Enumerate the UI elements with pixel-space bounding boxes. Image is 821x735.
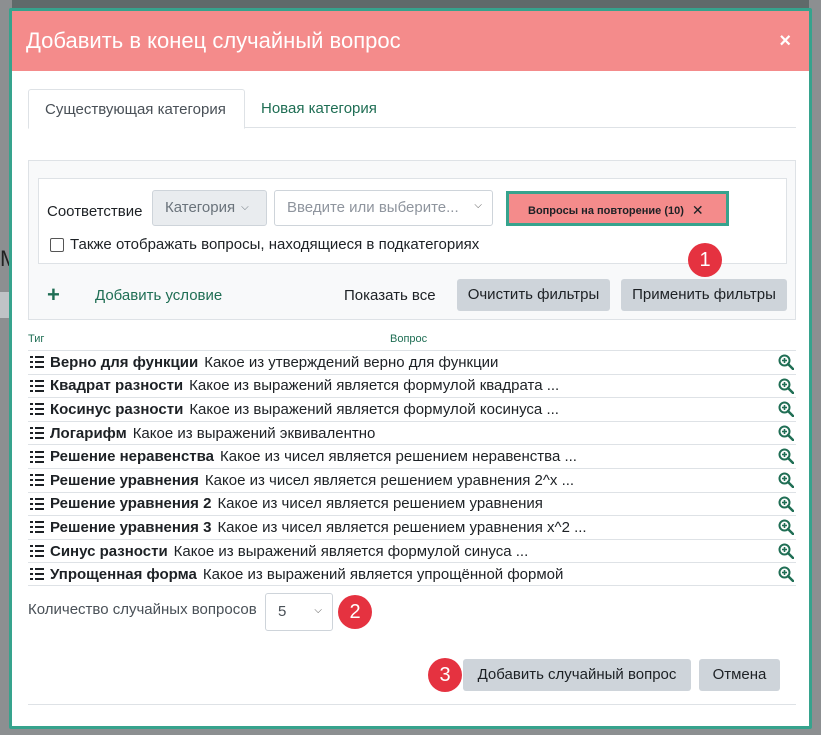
apply-filters-button[interactable]: Применить фильтры xyxy=(621,279,787,311)
question-row[interactable]: Квадрат разности Какое из выражений являе… xyxy=(28,373,796,398)
preview-zoom-icon[interactable] xyxy=(778,448,794,465)
question-row[interactable]: Логарифм Какое из выражений эквивалентно xyxy=(28,420,796,445)
question-row[interactable]: Решение уравнения Какое из чисел является… xyxy=(28,467,796,492)
question-name: Логарифм xyxy=(50,424,127,442)
column-tag[interactable]: Тиг xyxy=(28,333,44,345)
question-text: Какое из выражений является формулой кос… xyxy=(189,400,559,418)
question-type-icon xyxy=(30,450,44,464)
step-marker-3: 3 xyxy=(428,658,462,692)
filter-condition: Соответствие Категория ⌵ Введите или выбе… xyxy=(38,178,787,264)
question-text: Какое из чисел является решением уравнен… xyxy=(217,495,543,513)
question-text: Какое из выражений эквивалентно xyxy=(132,424,376,442)
question-text: Какое из выражений является формулой ква… xyxy=(189,377,560,395)
tab-bar: Существующая категория Новая категория xyxy=(28,89,796,129)
question-row[interactable]: Решение уравнения 3 Какое из чисел являет… xyxy=(28,515,796,539)
question-type-icon xyxy=(30,497,44,511)
question-text: Какое из чисел является решением уравнен… xyxy=(204,471,575,489)
question-text: Какое из утверждений верно для функции xyxy=(204,353,499,371)
category-type-select[interactable]: Категория ⌵ xyxy=(152,190,267,226)
dialog-title: Добавить в конец случайный вопрос xyxy=(26,28,401,53)
preview-zoom-icon[interactable] xyxy=(778,472,794,488)
chevron-down-icon[interactable]: ⌵ xyxy=(474,200,482,211)
question-name: Косинус разности xyxy=(50,400,184,418)
add-random-question-button[interactable]: Добавить случайный вопрос xyxy=(463,659,691,691)
preview-zoom-icon[interactable] xyxy=(778,496,794,512)
match-label: Соответствие xyxy=(47,203,143,220)
question-name: Синус разности xyxy=(50,542,168,560)
chevron-down-icon: ⌵ xyxy=(314,605,322,616)
step-marker-2: 2 xyxy=(338,595,372,629)
preview-zoom-icon[interactable] xyxy=(778,425,794,441)
question-name: Квадрат разности xyxy=(50,377,184,395)
question-type-icon xyxy=(30,473,44,487)
question-type-icon xyxy=(30,520,44,534)
question-row[interactable]: Косинус разности Какое из выражений являе… xyxy=(28,397,796,421)
badge-label: Вопросы на повторение (10) xyxy=(528,205,684,217)
add-condition-link[interactable]: Добавить условие xyxy=(95,287,222,304)
question-row[interactable]: Синус разности Какое из выражений являетс… xyxy=(28,538,796,563)
cancel-button[interactable]: Отмена xyxy=(699,659,780,691)
preview-zoom-icon[interactable] xyxy=(778,354,794,370)
question-row[interactable]: Верно для функции Какое из утверждений ве… xyxy=(28,350,796,374)
preview-zoom-icon[interactable] xyxy=(778,566,794,583)
random-question-dialog: Добавить в конец случайный вопрос × Суще… xyxy=(9,8,812,729)
question-type-icon xyxy=(30,567,44,581)
question-name: Верно для функции xyxy=(50,353,199,371)
clear-filters-button[interactable]: Очистить фильтры xyxy=(457,279,610,311)
tab-existing-category[interactable]: Существующая категория xyxy=(28,89,245,129)
footer-divider xyxy=(28,704,796,705)
preview-zoom-icon[interactable] xyxy=(778,401,794,418)
chevron-down-icon: ⌵ xyxy=(241,202,249,213)
question-type-icon xyxy=(30,379,44,393)
step-marker-1: 1 xyxy=(688,243,722,277)
subcategories-checkbox[interactable] xyxy=(50,237,64,252)
question-name: Решение уравнения 2 xyxy=(50,495,212,513)
question-type-icon xyxy=(30,355,44,369)
random-count-label: Количество случайных вопросов xyxy=(28,601,257,618)
plus-icon[interactable]: + xyxy=(47,282,60,308)
question-text: Какое из выражений является формулой син… xyxy=(173,542,529,560)
category-type-value: Категория xyxy=(165,199,236,216)
subcategories-label: Также отображать вопросы, находящиеся в … xyxy=(70,236,480,253)
selected-category-badge: Вопросы на повторение (10) ✕ xyxy=(506,191,729,226)
question-list: Верно для функции Какое из утверждений ве… xyxy=(28,350,796,586)
question-text: Какое из чисел является решением неравен… xyxy=(220,448,577,466)
question-name: Решение уравнения 3 xyxy=(50,518,212,536)
remove-badge-icon[interactable]: ✕ xyxy=(692,202,704,218)
question-name: Решение неравенства xyxy=(50,448,214,466)
question-row[interactable]: Упрощенная форма Какое из выражений являе… xyxy=(28,562,796,586)
question-row[interactable]: Решение уравнения 2 Какое из чисел являет… xyxy=(28,491,796,516)
show-all-link[interactable]: Показать все xyxy=(344,287,436,304)
question-type-icon xyxy=(30,426,44,440)
search-placeholder: Введите или выберите... xyxy=(287,199,459,216)
table-header: Тиг Вопрос xyxy=(28,333,796,351)
category-search-input[interactable]: Введите или выберите... ⌵ xyxy=(274,190,493,226)
subcategories-option[interactable]: Также отображать вопросы, находящиеся в … xyxy=(50,236,479,253)
question-name: Упрощенная форма xyxy=(50,565,197,583)
question-type-icon xyxy=(30,402,44,416)
preview-zoom-icon[interactable] xyxy=(778,378,794,394)
filter-panel: Соответствие Категория ⌵ Введите или выбе… xyxy=(28,160,796,320)
close-icon[interactable]: × xyxy=(779,30,791,53)
preview-zoom-icon[interactable] xyxy=(778,519,794,536)
question-name: Решение уравнения xyxy=(50,471,199,489)
random-count-select[interactable]: 5 ⌵ xyxy=(265,593,333,631)
random-count-value: 5 xyxy=(278,603,287,620)
question-text: Какое из выражений является упрощённой ф… xyxy=(202,565,564,583)
question-text: Какое из чисел является решением уравнен… xyxy=(217,518,587,536)
tab-new-category[interactable]: Новая категория xyxy=(245,89,393,129)
question-type-icon xyxy=(30,544,44,558)
preview-zoom-icon[interactable] xyxy=(778,543,794,559)
question-row[interactable]: Решение неравенства Какое из чисел являет… xyxy=(28,444,796,468)
dialog-header: Добавить в конец случайный вопрос × xyxy=(12,11,809,71)
column-question[interactable]: Вопрос xyxy=(390,333,427,345)
